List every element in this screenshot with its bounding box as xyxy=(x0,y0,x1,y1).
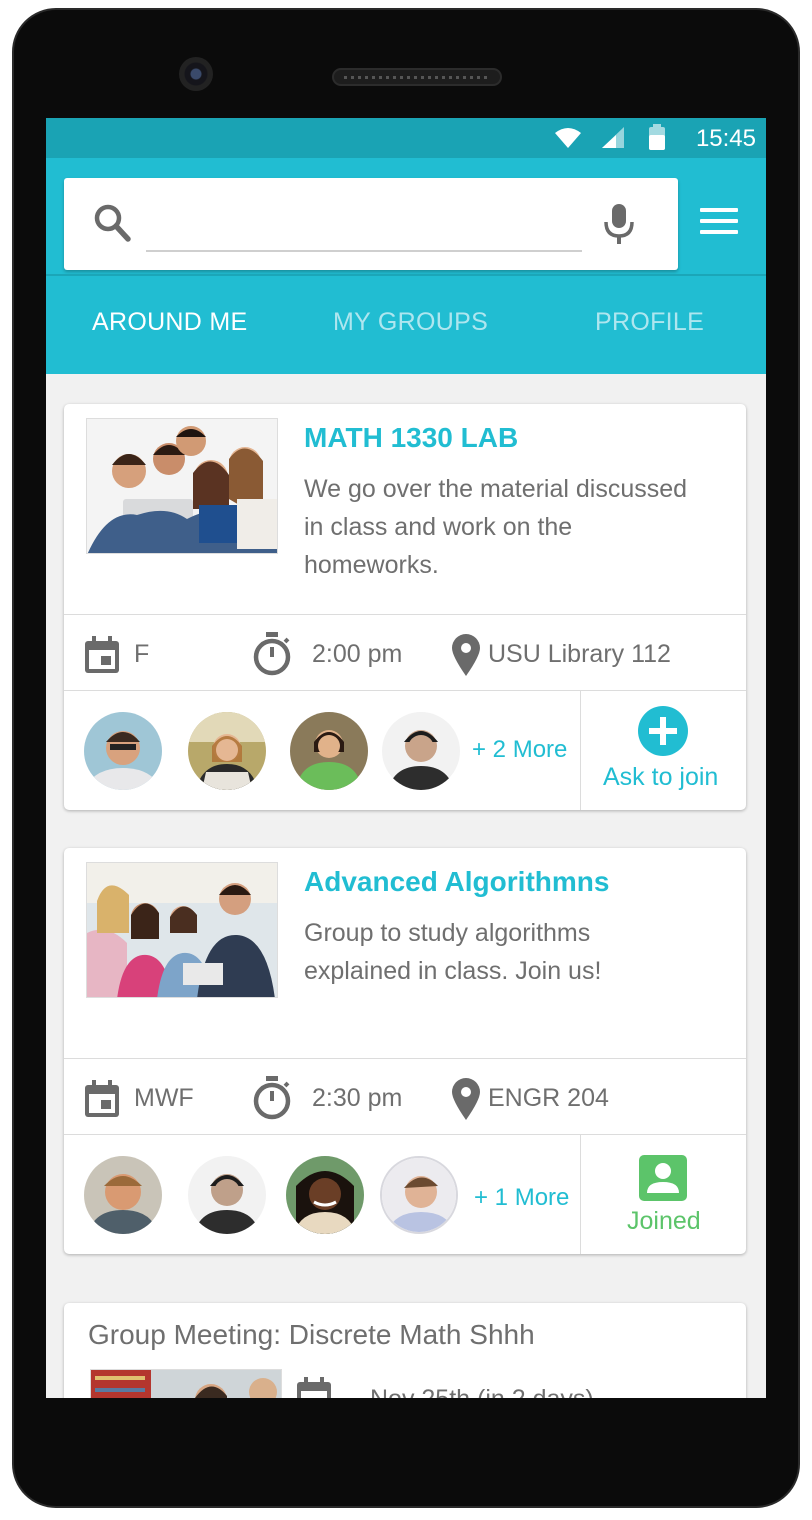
status-bar: 15:45 xyxy=(46,118,766,158)
group-time: 2:00 pm xyxy=(312,640,403,668)
cell-signal-icon xyxy=(602,127,624,148)
front-camera xyxy=(179,57,213,91)
earpiece-speaker xyxy=(332,68,502,86)
member-avatar[interactable] xyxy=(286,1156,364,1234)
joined-button[interactable]: Joined xyxy=(581,1135,746,1254)
member-avatar[interactable] xyxy=(84,712,162,790)
meeting-date: Nov 25th (in 2 days) xyxy=(370,1385,594,1398)
member-avatar[interactable] xyxy=(290,712,368,790)
tab-my-groups[interactable]: MY GROUPS xyxy=(333,308,488,337)
tab-profile[interactable]: PROFILE xyxy=(595,308,704,337)
app-screen: 15:45 AROUND ME MY GROUPS PROFILE MATH 1… xyxy=(46,118,766,1398)
calendar-icon xyxy=(85,1080,119,1117)
status-time: 15:45 xyxy=(695,125,756,152)
app-bar: AROUND ME MY GROUPS PROFILE xyxy=(46,158,766,374)
meeting-photo xyxy=(90,1369,282,1398)
stopwatch-icon xyxy=(253,632,291,676)
add-circle-icon[interactable] xyxy=(637,705,689,757)
more-members-link[interactable]: + 2 More xyxy=(472,736,567,764)
microphone-icon[interactable] xyxy=(602,202,636,246)
tab-around-me[interactable]: AROUND ME xyxy=(92,308,247,337)
meeting-card[interactable]: Group Meeting: Discrete Math Shhh Nov 25… xyxy=(64,1303,746,1398)
ask-to-join-button[interactable]: Ask to join xyxy=(581,691,746,810)
search-icon[interactable] xyxy=(92,202,132,244)
group-card[interactable]: Advanced Algorithmns Group to study algo… xyxy=(64,848,746,1254)
stopwatch-icon xyxy=(253,1076,291,1120)
member-avatar[interactable] xyxy=(188,712,266,790)
member-avatar[interactable] xyxy=(380,1156,458,1234)
battery-icon xyxy=(649,124,665,150)
tab-bar: AROUND ME MY GROUPS PROFILE xyxy=(46,276,766,374)
joined-label[interactable]: Joined xyxy=(627,1207,701,1236)
calendar-icon xyxy=(85,636,119,673)
group-location: USU Library 112 xyxy=(488,640,671,668)
location-pin-icon xyxy=(452,1078,480,1120)
account-box-icon[interactable] xyxy=(639,1155,687,1201)
group-days: F xyxy=(134,640,150,668)
location-pin-icon xyxy=(452,634,480,676)
group-description: Group to study algorithms explained in c… xyxy=(304,919,602,985)
wifi-icon xyxy=(555,128,581,148)
search-input[interactable] xyxy=(146,200,582,252)
member-avatar[interactable] xyxy=(188,1156,266,1234)
calendar-icon xyxy=(297,1377,331,1398)
divider xyxy=(64,1058,746,1059)
group-title[interactable]: MATH 1330 LAB xyxy=(304,422,518,454)
group-title[interactable]: Advanced Algorithmns xyxy=(304,866,609,898)
divider xyxy=(64,614,746,615)
group-time: 2:30 pm xyxy=(312,1084,403,1112)
group-photo xyxy=(86,418,278,554)
group-card[interactable]: MATH 1330 LAB We go over the material di… xyxy=(64,404,746,810)
member-avatar[interactable] xyxy=(382,712,460,790)
group-photo xyxy=(86,862,278,998)
ask-to-join-label[interactable]: Ask to join xyxy=(603,763,718,792)
member-avatar[interactable] xyxy=(84,1156,162,1234)
group-days: MWF xyxy=(134,1084,194,1112)
hamburger-menu-icon[interactable] xyxy=(700,208,740,238)
group-description: We go over the material discussed in cla… xyxy=(304,475,688,579)
more-members-link[interactable]: + 1 More xyxy=(474,1184,569,1212)
meeting-title[interactable]: Group Meeting: Discrete Math Shhh xyxy=(88,1319,535,1351)
group-location: ENGR 204 xyxy=(488,1084,609,1112)
search-bar[interactable] xyxy=(64,178,678,270)
